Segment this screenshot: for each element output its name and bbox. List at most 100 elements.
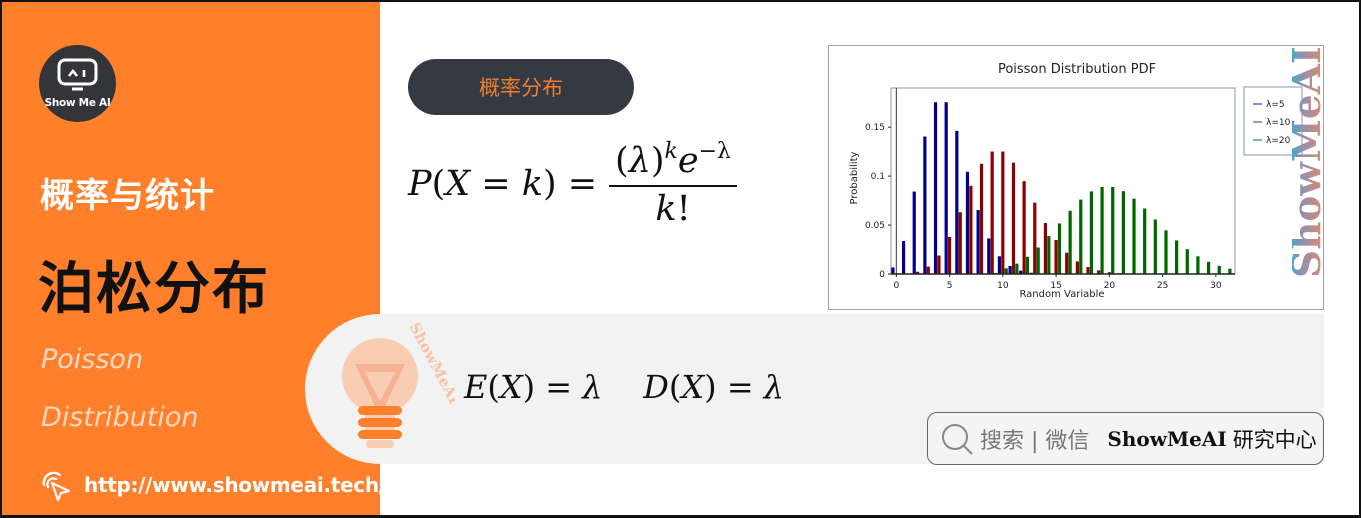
bar-lambda10-k7 <box>969 185 973 274</box>
bar-lambda5-k0 <box>891 267 895 274</box>
bar-lambda10-k16 <box>1065 252 1069 274</box>
lightbulb-icon: ShowMeAI <box>342 319 455 448</box>
x-tick-label: 5 <box>947 281 953 291</box>
formula-fraction: (λ)ke−λ k! <box>609 139 737 229</box>
bar-lambda20-k29 <box>1206 261 1211 274</box>
bar-lambda5-k9 <box>987 238 991 274</box>
monitor-icon <box>57 58 98 91</box>
bar-lambda10-k9 <box>990 151 994 274</box>
search-brand: ShowMeAI <box>1107 426 1227 451</box>
category-tag: 概率分布 <box>408 59 634 115</box>
website-link[interactable]: http://www.showmeai.tech/ <box>38 469 386 501</box>
title-english-line2: Distribution <box>41 402 199 433</box>
showmeai-logo[interactable]: Show Me AI <box>39 45 116 122</box>
bar-lambda20-k26 <box>1175 240 1179 274</box>
bar-lambda10-k5 <box>947 236 952 274</box>
y-tick-label: 0.1 <box>871 172 885 182</box>
bar-lambda10-k13 <box>1033 202 1037 274</box>
bar-lambda20-k25 <box>1164 230 1168 274</box>
legend-label: λ=10 <box>1266 118 1291 128</box>
bar-lambda20-k22 <box>1132 198 1136 274</box>
website-url[interactable]: http://www.showmeai.tech/ <box>84 473 386 497</box>
wechat-search-box[interactable]: 搜索 | 微信 ShowMeAI 研究中心 <box>927 412 1324 465</box>
bar-lambda5-k11 <box>1008 265 1012 274</box>
bar-lambda5-k3 <box>923 136 927 274</box>
bar-lambda10-k6 <box>958 212 962 274</box>
y-tick-label: 0.05 <box>865 221 885 231</box>
formula-denominator: k! <box>655 189 691 229</box>
bar-lambda20-k19 <box>1100 187 1104 274</box>
x-tick-label: 10 <box>997 281 1009 291</box>
y-axis-label: Probability <box>849 151 860 204</box>
y-tick-label: 0 <box>879 270 885 280</box>
bar-lambda20-k17 <box>1079 199 1083 274</box>
cursor-click-icon <box>42 471 71 501</box>
bar-lambda20-k23 <box>1143 208 1147 274</box>
bar-lambda20-k13 <box>1036 247 1040 274</box>
bar-lambda20-k12 <box>1025 256 1030 274</box>
bar-lambda5-k5 <box>944 102 948 274</box>
bar-lambda20-k10 <box>1004 268 1008 274</box>
page-title: 泊松分布 <box>38 257 270 322</box>
x-tick-label: 15 <box>1050 281 1061 291</box>
bar-lambda10-k15 <box>1054 240 1058 274</box>
x-tick-label: 20 <box>1104 281 1116 291</box>
bar-lambda5-k8 <box>976 210 980 274</box>
search-brand-suffix: 研究中心 <box>1232 427 1317 452</box>
formula-lhs: P(X = k) = <box>408 164 598 204</box>
bar-lambda5-k7 <box>965 171 970 274</box>
bar-lambda20-k28 <box>1196 256 1200 274</box>
logo-text: Show Me AI <box>44 97 111 109</box>
bar-lambda5-k1 <box>901 241 906 274</box>
bulb-badge: ShowMeAI <box>305 314 455 464</box>
bar-lambda5-k4 <box>933 102 938 274</box>
bar-lambda10-k14 <box>1043 222 1048 274</box>
plot-frame <box>890 87 1236 275</box>
bar-lambda20-k14 <box>1047 236 1051 274</box>
y-tick-label: 0.15 <box>865 123 885 133</box>
bar-lambda10-k17 <box>1075 261 1079 274</box>
slide: Show Me AI 概率与统计 泊松分布 Poisson Distributi… <box>0 0 1361 518</box>
bar-lambda20-k30 <box>1217 265 1221 274</box>
bar-lambda20-k21 <box>1121 191 1125 274</box>
formula-spacer <box>603 368 644 406</box>
bar-lambda20-k18 <box>1089 191 1094 274</box>
formula-numerator: (λ)ke−λ <box>609 139 737 187</box>
bar-lambda10-k3 <box>926 266 930 274</box>
bar-lambda20-k15 <box>1057 223 1062 274</box>
bar-lambda5-k6 <box>955 130 959 274</box>
x-tick-label: 0 <box>893 281 899 291</box>
bar-lambda20-k24 <box>1153 219 1157 274</box>
showmeai-vertical-watermark: ShowMeAI <box>1292 46 1326 278</box>
moments-formula: E(X) = λ D(X) = λ <box>464 368 784 406</box>
bar-lambda20-k20 <box>1111 187 1115 274</box>
svg-text:ShowMeAI: ShowMeAI <box>1292 46 1326 278</box>
chart-title: Poisson Distribution PDF <box>998 62 1156 77</box>
bar-lambda10-k11 <box>1011 162 1016 274</box>
bar-lambda10-k8 <box>979 163 984 274</box>
bar-lambda20-k31 <box>1228 268 1232 274</box>
bar-lambda5-k2 <box>912 191 916 274</box>
bar-lambda10-k4 <box>937 255 941 274</box>
variance-formula: D(X) = λ <box>643 368 785 406</box>
expectation-formula: E(X) = λ <box>464 368 603 406</box>
search-label: 搜索 | 微信 <box>980 428 1090 454</box>
subject-heading: 概率与统计 <box>40 176 215 216</box>
bar-lambda10-k10 <box>1001 151 1005 274</box>
pmf-formula: P(X = k) = (λ)ke−λ k! <box>408 134 737 234</box>
x-tick-label: 25 <box>1157 281 1168 291</box>
x-tick-label: 30 <box>1210 281 1222 291</box>
x-axis-label: Random Variable <box>1019 289 1104 300</box>
bar-lambda10-k18 <box>1086 267 1090 274</box>
legend-label: λ=5 <box>1266 100 1285 110</box>
bar-lambda10-k12 <box>1022 181 1026 274</box>
title-english-line1: Poisson <box>41 344 144 375</box>
bar-lambda20-k27 <box>1185 249 1189 274</box>
search-icon <box>942 423 973 455</box>
poisson-chart: Poisson Distribution PDF Random Variable… <box>828 45 1324 310</box>
bar-lambda5-k10 <box>997 256 1002 274</box>
bar-lambda20-k16 <box>1068 210 1072 274</box>
bar-lambda20-k11 <box>1015 263 1019 274</box>
chart-svg: Poisson Distribution PDF Random Variable… <box>849 62 1303 300</box>
legend-label: λ=20 <box>1266 136 1291 146</box>
